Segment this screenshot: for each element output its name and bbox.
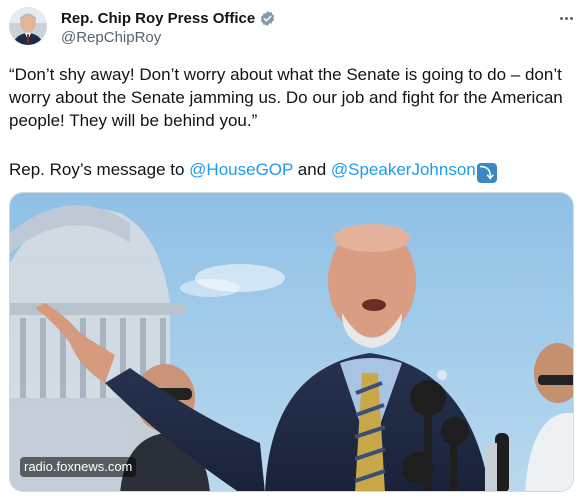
- tweet-message: Rep. Roy’s message to @HouseGOP and @Spe…: [9, 158, 569, 183]
- tweet-header: Rep. Chip Roy Press Office @RepChipRoy: [0, 0, 583, 56]
- tweet-quote-text: “Don’t shy away! Don’t worry about what …: [9, 65, 563, 130]
- avatar-photo-icon: [9, 7, 47, 45]
- more-dot: [569, 16, 573, 20]
- mention-house-gop[interactable]: @HouseGOP: [189, 160, 293, 179]
- tweet-photo[interactable]: radio.foxnews.com: [9, 192, 574, 492]
- arrow-down-right-emoji-icon: ⤵: [476, 163, 497, 183]
- photo-image: [10, 193, 573, 491]
- verified-badge-icon: [259, 10, 276, 27]
- author-handle[interactable]: @RepChipRoy: [61, 29, 161, 46]
- photo-source-label: radio.foxnews.com: [20, 457, 137, 477]
- mention-speaker-johnson[interactable]: @SpeakerJohnson: [331, 160, 476, 179]
- more-dot: [564, 16, 568, 20]
- author-avatar[interactable]: [9, 7, 47, 45]
- message-and: and: [293, 160, 331, 179]
- message-prefix: Rep. Roy’s message to: [9, 160, 190, 179]
- more-options-button[interactable]: [555, 11, 577, 25]
- author-display-name[interactable]: Rep. Chip Roy Press Office: [61, 10, 255, 27]
- more-dots-icon: [559, 16, 563, 20]
- author-name-row: Rep. Chip Roy Press Office: [61, 9, 276, 27]
